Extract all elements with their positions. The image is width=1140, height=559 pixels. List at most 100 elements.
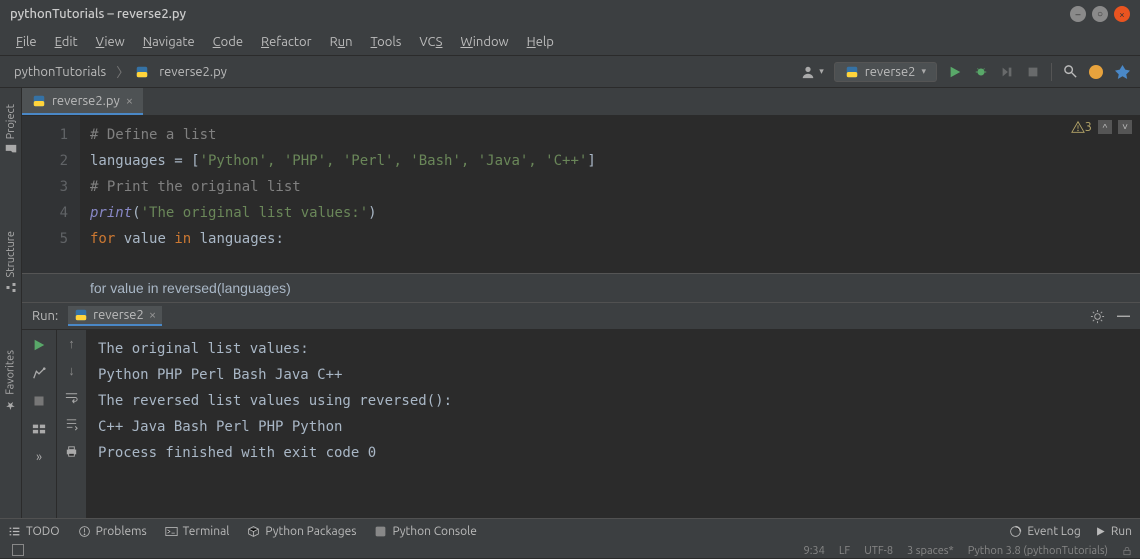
- python-icon: [845, 65, 859, 79]
- settings-icon[interactable]: [1090, 309, 1105, 324]
- stop-button[interactable]: [30, 392, 48, 410]
- ide-updates-icon[interactable]: [1088, 64, 1104, 80]
- status-widget-icon[interactable]: [12, 544, 24, 556]
- python-console-tool-button[interactable]: Python Console: [374, 525, 477, 538]
- todo-tool-button[interactable]: TODO: [8, 525, 60, 538]
- python-packages-tool-button[interactable]: Python Packages: [247, 525, 356, 538]
- favorites-tool-button[interactable]: ★ Favorites: [4, 342, 17, 420]
- packages-icon: [247, 525, 260, 538]
- run-tool-window: Run: reverse2 × — » ↑ ↓ The o: [22, 302, 1140, 530]
- python-interpreter[interactable]: Python 3.8 (pythonTutorials): [968, 545, 1108, 557]
- menu-file[interactable]: File: [8, 33, 45, 51]
- run-configuration-name: reverse2: [865, 65, 916, 79]
- window-minimize-button[interactable]: –: [1070, 6, 1086, 22]
- menu-refactor[interactable]: Refactor: [253, 33, 320, 51]
- close-tab-icon[interactable]: ×: [126, 94, 133, 108]
- event-log-icon: [1009, 525, 1022, 538]
- warning-indicator[interactable]: 3: [1071, 120, 1092, 134]
- python-file-icon: [135, 65, 149, 79]
- hide-panel-icon[interactable]: —: [1117, 309, 1130, 323]
- menu-help[interactable]: Help: [519, 33, 562, 51]
- soft-wrap-icon[interactable]: [64, 390, 79, 405]
- print-icon[interactable]: [64, 444, 79, 459]
- status-bar: 9:34 LF UTF-8 3 spaces* Python 3.8 (pyth…: [0, 544, 1140, 558]
- line-gutter[interactable]: 1 2 3 4 5: [22, 116, 80, 273]
- menu-window[interactable]: Window: [452, 33, 516, 51]
- editor-pane: reverse2.py × 1 2 3 4 5 # Define a list …: [22, 88, 1140, 302]
- run-label: Run:: [32, 309, 58, 323]
- rerun-button[interactable]: [30, 336, 48, 354]
- editor-tabs: reverse2.py ×: [22, 88, 1140, 116]
- run-toolbar-secondary: ↑ ↓: [56, 330, 86, 530]
- play-icon: [1095, 526, 1106, 537]
- completion-hint[interactable]: for value in reversed(languages): [22, 273, 1140, 302]
- navigation-bar: pythonTutorials 〉 reverse2.py ▾ reverse2…: [0, 56, 1140, 88]
- menu-view[interactable]: View: [88, 33, 133, 51]
- code-area[interactable]: # Define a list languages = ['Python', '…: [80, 116, 1140, 273]
- menu-edit[interactable]: Edit: [47, 33, 86, 51]
- project-tool-button[interactable]: Project: [5, 96, 17, 163]
- event-log-button[interactable]: Event Log: [1009, 525, 1080, 538]
- problems-tool-button[interactable]: Problems: [78, 525, 147, 538]
- ide-features-icon[interactable]: [1114, 64, 1130, 80]
- run-button[interactable]: [947, 64, 963, 80]
- editor-tab-label: reverse2.py: [52, 94, 120, 108]
- up-arrow-icon[interactable]: ↑: [68, 336, 75, 351]
- stop-button[interactable]: [1025, 64, 1041, 80]
- terminal-tool-button[interactable]: Terminal: [165, 525, 230, 538]
- lock-icon[interactable]: [1122, 546, 1132, 556]
- left-tool-rail: Project Structure ★ Favorites: [0, 88, 22, 530]
- breadcrumb-file[interactable]: reverse2.py: [155, 63, 231, 81]
- window-title: pythonTutorials – reverse2.py: [10, 7, 186, 21]
- window-maximize-button[interactable]: ○: [1092, 6, 1108, 22]
- debug-button[interactable]: [973, 64, 989, 80]
- scroll-to-end-icon[interactable]: [64, 417, 79, 432]
- window-close-button[interactable]: ×: [1114, 6, 1130, 22]
- editor-body[interactable]: 1 2 3 4 5 # Define a list languages = ['…: [22, 116, 1140, 273]
- user-icon: [800, 65, 816, 79]
- run-settings-button[interactable]: [30, 364, 48, 382]
- bottom-tool-bar: TODO Problems Terminal Python Packages P…: [0, 518, 1140, 544]
- terminal-icon: [165, 525, 178, 538]
- python-icon: [374, 525, 387, 538]
- console-output[interactable]: The original list values: Python PHP Per…: [86, 330, 1140, 530]
- editor-tab-reverse2[interactable]: reverse2.py ×: [22, 88, 143, 115]
- down-arrow-icon[interactable]: ↓: [68, 363, 75, 378]
- menu-tools[interactable]: Tools: [363, 33, 410, 51]
- indent-setting[interactable]: 3 spaces*: [907, 545, 954, 557]
- menu-code[interactable]: Code: [205, 33, 251, 51]
- star-icon: ★: [4, 399, 17, 412]
- run-toolbar-left: »: [22, 330, 56, 530]
- warning-icon: [1071, 120, 1085, 134]
- problems-icon: [78, 525, 91, 538]
- more-button[interactable]: »: [30, 448, 48, 466]
- menu-run[interactable]: Run: [322, 33, 361, 51]
- scroll-up-icon[interactable]: ^: [1098, 120, 1112, 134]
- structure-tool-button[interactable]: Structure: [5, 223, 17, 302]
- caret-position[interactable]: 9:34: [804, 545, 825, 557]
- python-icon: [74, 308, 88, 322]
- structure-icon: [5, 282, 17, 294]
- menu-bar: File Edit View Navigate Code Refactor Ru…: [0, 28, 1140, 56]
- run-configuration-selector[interactable]: reverse2 ▾: [834, 62, 937, 82]
- menu-vcs[interactable]: VCS: [411, 33, 450, 51]
- user-account-button[interactable]: ▾: [800, 65, 824, 79]
- folder-icon: [5, 143, 17, 155]
- breadcrumb: pythonTutorials 〉 reverse2.py: [10, 62, 231, 81]
- layout-button[interactable]: [30, 420, 48, 438]
- python-file-icon: [32, 94, 46, 108]
- line-separator[interactable]: LF: [839, 545, 850, 557]
- run-with-coverage-button[interactable]: [999, 64, 1015, 80]
- run-tab-reverse2[interactable]: reverse2 ×: [68, 306, 162, 326]
- menu-navigate[interactable]: Navigate: [135, 33, 203, 51]
- file-encoding[interactable]: UTF-8: [864, 545, 893, 557]
- scroll-down-icon[interactable]: ˅: [1118, 120, 1132, 134]
- breadcrumb-separator-icon: 〉: [116, 62, 129, 81]
- run-tool-button[interactable]: Run: [1095, 525, 1132, 538]
- search-icon[interactable]: [1062, 64, 1078, 80]
- dropdown-icon: ▾: [921, 66, 926, 77]
- breadcrumb-project[interactable]: pythonTutorials: [10, 63, 110, 81]
- close-run-tab-icon[interactable]: ×: [149, 308, 156, 322]
- list-icon: [8, 525, 21, 538]
- window-titlebar: pythonTutorials – reverse2.py – ○ ×: [0, 0, 1140, 28]
